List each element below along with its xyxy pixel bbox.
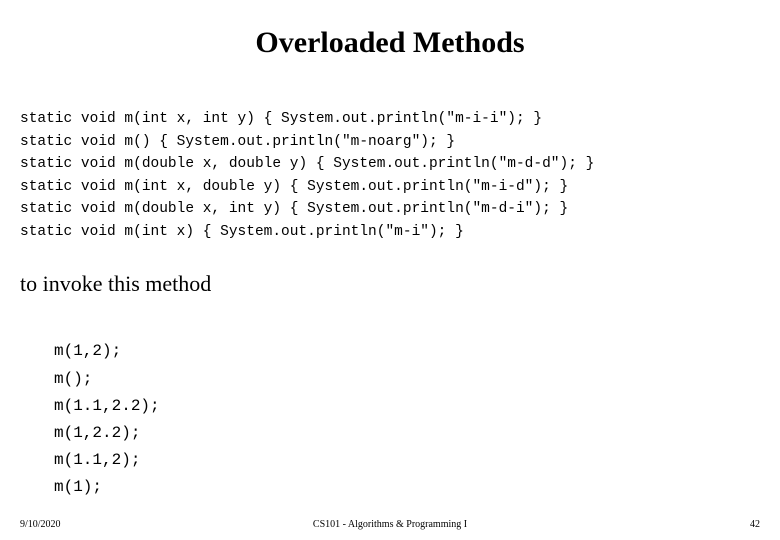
slide: Overloaded Methods static void m(int x, …: [0, 0, 780, 540]
subheading: to invoke this method: [20, 271, 762, 297]
code-line: m();: [54, 370, 92, 388]
method-declarations-block: static void m(int x, int y) { System.out…: [20, 86, 762, 243]
code-line: static void m(double x, int y) { System.…: [20, 201, 568, 217]
code-line: m(1.1,2.2);: [54, 397, 160, 415]
code-line: static void m(int x, double y) { System.…: [20, 179, 568, 195]
code-line: static void m(int x, int y) { System.out…: [20, 111, 542, 127]
code-line: static void m(int x) { System.out.printl…: [20, 224, 464, 240]
slide-title: Overloaded Methods: [18, 26, 762, 60]
code-line: static void m() { System.out.println("m-…: [20, 134, 455, 150]
footer-page: 42: [750, 519, 760, 530]
invocation-block: m(1,2); m(); m(1.1,2.2); m(1,2.2); m(1.1…: [54, 311, 762, 501]
code-line: static void m(double x, double y) { Syst…: [20, 156, 594, 172]
code-line: m(1,2);: [54, 342, 121, 360]
code-line: m(1.1,2);: [54, 451, 140, 469]
code-line: m(1,2.2);: [54, 424, 140, 442]
footer-course: CS101 - Algorithms & Programming I: [0, 519, 780, 530]
code-line: m(1);: [54, 478, 102, 496]
